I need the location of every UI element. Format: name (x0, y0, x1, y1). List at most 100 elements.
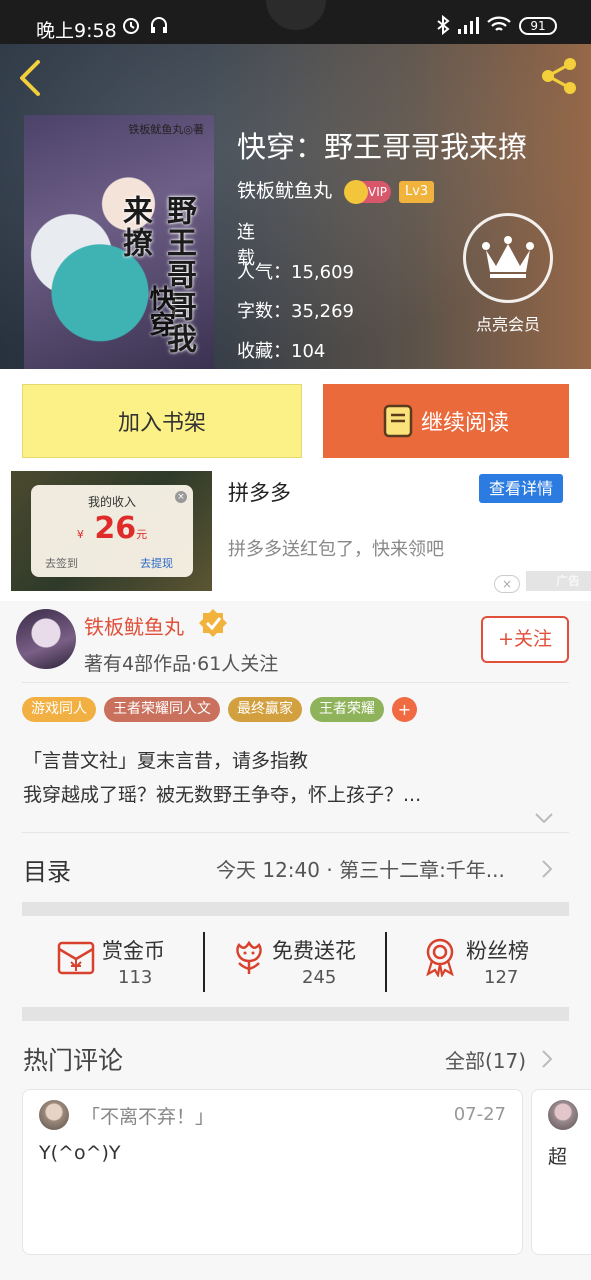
book-title: 快穿：野王哥哥我来撩 (237, 130, 528, 164)
ad-card-withdraw: 去提现 (140, 557, 173, 570)
more-tags-button[interactable]: + (392, 697, 417, 722)
follow-button[interactable]: +关注 (481, 616, 569, 663)
send-flower-button[interactable]: 免费送花 245 (205, 917, 385, 1021)
continue-reading-button[interactable]: 继续阅读 (323, 384, 569, 458)
support-actions: 赏金币 113 免费送花 245 粉丝榜 127 (0, 917, 591, 1021)
fan-ranking-count: 127 (484, 967, 519, 988)
flower-icon (236, 940, 262, 974)
book-header: 晚上9:58 91 铁板鱿鱼丸◎著 野王哥哥我来撩 快穿 快穿：野王哥哥我来撩 (0, 0, 591, 369)
share-button[interactable] (539, 56, 579, 96)
latest-chapter: 今天 12:40 · 第三十二章:千年... (216, 858, 505, 882)
table-of-contents-row[interactable]: 目录 今天 12:40 · 第三十二章:千年... (0, 834, 591, 902)
ad-detail-button[interactable]: 查看详情 (479, 474, 563, 503)
book-author[interactable]: 铁板鱿鱼丸 (237, 180, 332, 202)
fan-ranking-button[interactable]: 粉丝榜 127 (387, 917, 591, 1021)
signal-icon (458, 17, 479, 34)
popularity-stat: 人气：15,609 (237, 258, 354, 284)
send-flower-count: 245 (302, 967, 337, 988)
ad-card-close-icon: × (175, 491, 187, 503)
comment-card[interactable]: 「不离不弃！」 07-27 Y(^o^)Y (22, 1089, 523, 1255)
add-to-shelf-label: 加入书架 (117, 411, 206, 436)
send-flower-label: 免费送花 (272, 939, 356, 963)
comment-body: 超 (548, 1146, 568, 1168)
tag-item[interactable]: 王者荣耀同人文 (104, 697, 220, 722)
wifi-icon (487, 16, 511, 31)
popularity-value: 15,609 (291, 262, 354, 283)
cover-subtitle-text: 快穿 (145, 285, 175, 337)
ad-banner[interactable]: 我的收入 × ¥ 26元 去签到 去提现 拼多多 拼多多送红包了，快来领吧 查看… (0, 471, 591, 601)
commenter-avatar (548, 1100, 578, 1130)
member-button[interactable]: 点亮会员 (463, 213, 553, 335)
toc-label: 目录 (23, 858, 71, 886)
coin-envelope-icon (57, 941, 95, 975)
word-count-label: 字数： (237, 301, 291, 322)
ribbon-medal-icon (426, 938, 454, 977)
ad-card-title: 我的收入 (87, 495, 136, 509)
all-comments-link[interactable]: 全部(17) (445, 1045, 526, 1074)
chevron-right-icon (542, 860, 553, 878)
tag-item[interactable]: 王者荣耀 (310, 697, 384, 722)
commenter-avatar (39, 1100, 69, 1130)
ad-image: 我的收入 × ¥ 26元 去签到 去提现 (11, 471, 212, 591)
popularity-label: 人气： (237, 262, 291, 283)
book-icon (383, 404, 413, 438)
continue-reading-label: 继续阅读 (420, 411, 509, 436)
level-badge: Lv3 (399, 180, 435, 203)
author-name[interactable]: 铁板鱿鱼丸 (84, 611, 184, 640)
ad-title: 拼多多 (228, 481, 291, 505)
status-time: 晚上9:58 (36, 20, 117, 42)
divider (22, 832, 569, 833)
favorites-stat: 收藏：104 (237, 337, 325, 363)
add-to-shelf-button[interactable]: 加入书架 (22, 384, 302, 458)
reward-coin-button[interactable]: 赏金币 113 (0, 917, 203, 1021)
ad-card-unit: 元 (136, 528, 148, 541)
ad-card-amount: ¥ 26元 (31, 511, 193, 546)
member-label: 点亮会员 (475, 315, 540, 334)
verified-badge-icon (199, 609, 227, 637)
intro-line-2: 我穿越成了瑶？被无数野王争夺，怀上孩子？... (23, 784, 422, 806)
expand-chevron-icon[interactable] (534, 811, 554, 825)
ad-income-card: 我的收入 × ¥ 26元 去签到 去提现 (31, 485, 193, 577)
reward-coin-label: 赏金币 (102, 939, 165, 963)
cover-title-text: 野王哥哥我来撩 (117, 195, 196, 355)
comment-quote: 「不离不弃！」 (81, 1106, 215, 1128)
author-meta: 著有4部作品·61人关注 (84, 653, 279, 675)
fan-ranking-label: 粉丝榜 (466, 939, 529, 963)
word-count-stat: 字数：35,269 (237, 297, 354, 323)
status-bar: 晚上9:58 91 (0, 0, 591, 44)
back-button[interactable] (14, 58, 48, 98)
crown-icon (463, 213, 553, 303)
book-cover[interactable]: 铁板鱿鱼丸◎著 野王哥哥我来撩 快穿 (24, 115, 214, 369)
tag-list: 游戏同人 王者荣耀同人文 最终赢家 王者荣耀 + (22, 697, 417, 722)
comment-date: 07-27 (453, 1104, 506, 1125)
word-count-value: 35,269 (291, 301, 354, 322)
headset-icon (151, 17, 167, 33)
author-avatar[interactable] (16, 609, 76, 669)
favorites-label: 收藏： (237, 341, 291, 362)
reward-coin-count: 113 (118, 967, 153, 988)
favorites-value: 104 (291, 341, 326, 362)
book-detail-body: 铁板鱿鱼丸 著有4部作品·61人关注 +关注 游戏同人 王者荣耀同人文 最终赢家… (0, 601, 591, 1280)
vip-badge: VIP (344, 179, 391, 204)
intro-line-1: 「言昔文社」夏末言昔，请多指教 (23, 750, 309, 772)
bluetooth-icon (437, 14, 450, 36)
comment-card[interactable]: 超 (531, 1089, 591, 1255)
book-author-line: 铁板鱿鱼丸 VIP Lv3 (237, 176, 435, 204)
ad-close-icon[interactable]: × (494, 575, 520, 593)
ad-tag: 广告 (526, 571, 591, 591)
divider (22, 682, 569, 683)
ad-card-signin: 去签到 (45, 557, 78, 570)
battery-indicator: 91 (519, 17, 557, 35)
chevron-right-icon (542, 1050, 553, 1068)
section-band (22, 1007, 569, 1021)
ad-card-currency: ¥ (76, 528, 84, 541)
cover-author-text: 铁板鱿鱼丸◎著 (128, 123, 204, 136)
action-bar: 加入书架 继续阅读 (0, 369, 591, 471)
alarm-icon (123, 18, 139, 34)
section-band (22, 902, 569, 916)
hot-comments-header: 热门评论 全部(17) (0, 1035, 591, 1091)
tag-item[interactable]: 最终赢家 (228, 697, 302, 722)
comment-body: Y(^o^)Y (39, 1142, 121, 1164)
hot-comments-title: 热门评论 (23, 1046, 124, 1075)
tag-item[interactable]: 游戏同人 (22, 697, 96, 722)
